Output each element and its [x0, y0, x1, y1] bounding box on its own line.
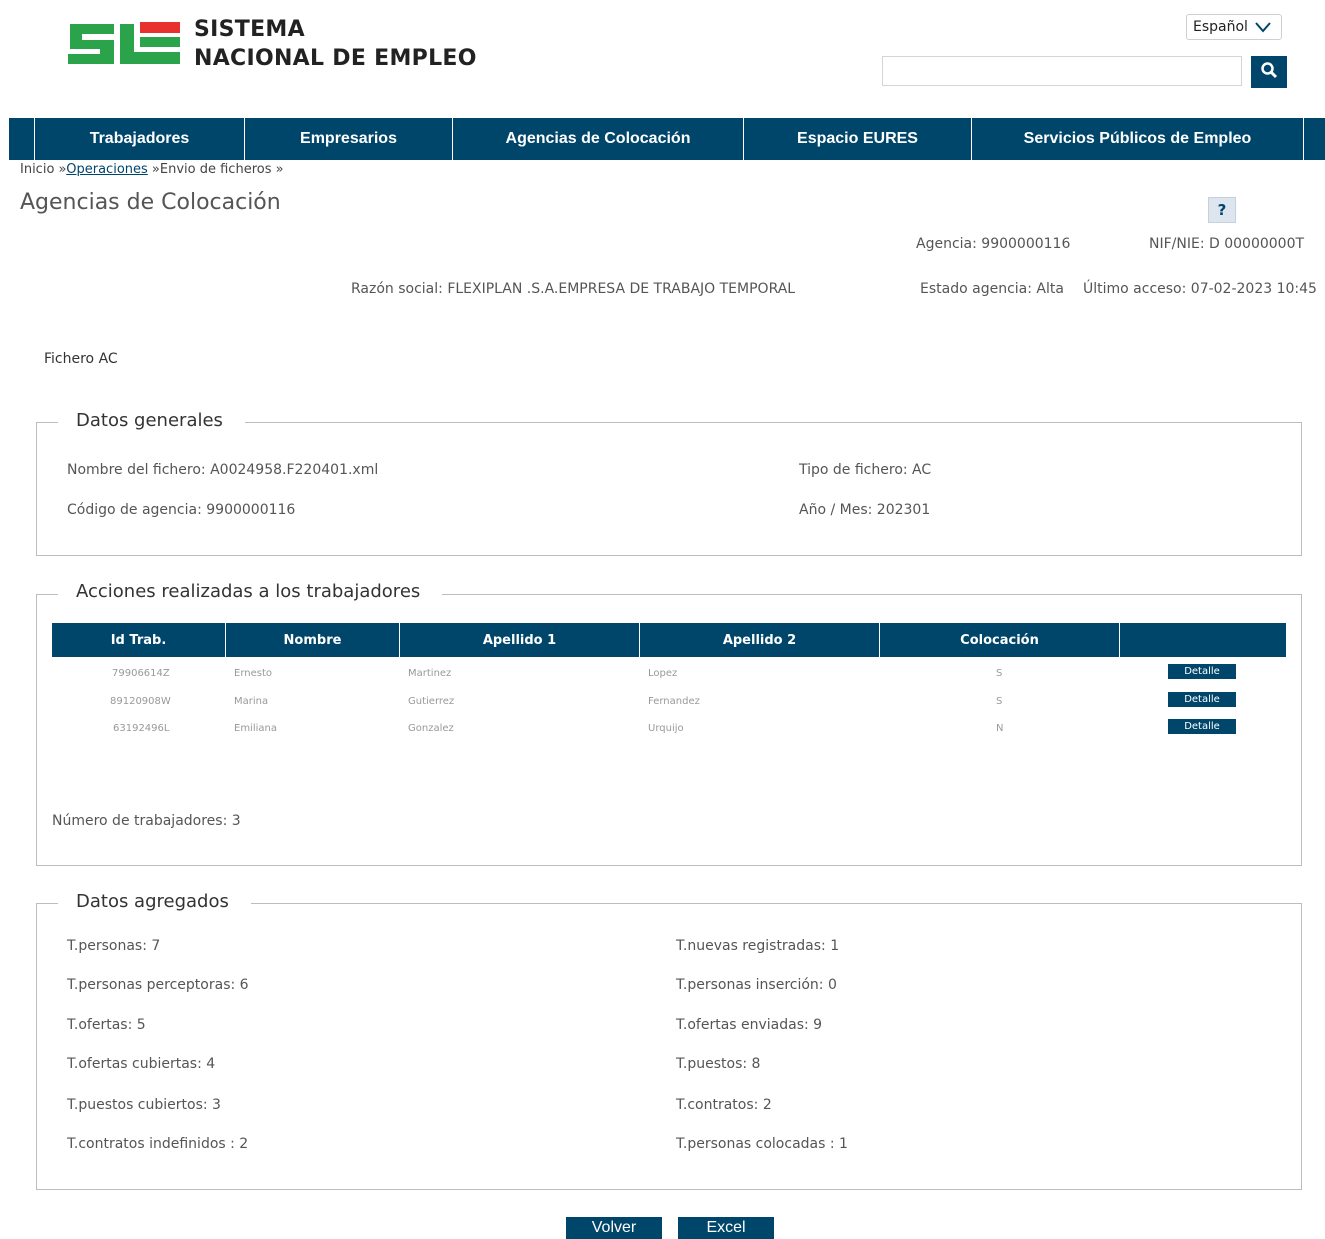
table-row: 79906614Z Ernesto Martinez Lopez S Detal… [52, 663, 1286, 685]
cell-id: 63192496L [113, 723, 170, 734]
nif-info: NIF/NIE: D 00000000T [1149, 236, 1305, 252]
cell-apellido1: Gutierrez [408, 696, 455, 707]
tipo-fichero: Tipo de fichero: AC [799, 462, 932, 478]
stat-personas-colocadas: T.personas colocadas : 1 [676, 1136, 848, 1152]
cell-id: 89120908W [110, 696, 171, 707]
section-label: Fichero AC [44, 351, 118, 367]
page-title: Agencias de Colocación [20, 190, 281, 215]
col-apellido2: Apellido 2 [640, 623, 880, 657]
excel-button[interactable]: Excel [678, 1217, 774, 1239]
nav-trabajadores[interactable]: Trabajadores [35, 118, 245, 160]
detalle-button[interactable]: Detalle [1168, 664, 1236, 679]
stat-contratos-indefinidos: T.contratos indefinidos : 2 [67, 1136, 249, 1152]
language-value: Español [1193, 19, 1248, 35]
nav-spacer [9, 118, 35, 160]
cell-colocacion: S [996, 668, 1003, 679]
search-input[interactable] [882, 56, 1242, 86]
help-button[interactable]: ? [1208, 197, 1236, 223]
table-row: 63192496L Emiliana Gonzalez Urquijo N De… [52, 718, 1286, 740]
detalle-button[interactable]: Detalle [1168, 692, 1236, 707]
estado-agencia: Estado agencia: Alta [920, 281, 1064, 297]
breadcrumb-sep: » [147, 162, 160, 177]
brand-line-1: SISTEMA [194, 17, 305, 42]
cell-apellido2: Urquijo [648, 723, 684, 734]
breadcrumb-home[interactable]: Inicio [20, 162, 54, 177]
datos-generales-fieldset [36, 422, 1302, 556]
stat-puestos-cubiertos: T.puestos cubiertos: 3 [67, 1097, 221, 1113]
brand-line-2: NACIONAL DE EMPLEO [194, 46, 477, 71]
stat-personas-insercion: T.personas inserción: 0 [676, 977, 837, 993]
cell-id: 79906614Z [112, 668, 170, 679]
breadcrumb-sep: » [271, 162, 284, 177]
detalle-button[interactable]: Detalle [1168, 719, 1236, 734]
cell-apellido2: Lopez [648, 668, 678, 679]
agencia-info: Agencia: 9900000116 [916, 236, 1071, 252]
agregados-legend: Datos agregados [58, 891, 251, 912]
nav-servicios-publicos[interactable]: Servicios Públicos de Empleo [972, 118, 1304, 160]
razon-social: Razón social: FLEXIPLAN .S.A.EMPRESA DE … [351, 281, 796, 297]
main-nav: Trabajadores Empresarios Agencias de Col… [9, 118, 1325, 160]
nombre-fichero: Nombre del fichero: A0024958.F220401.xml [67, 462, 379, 478]
cell-colocacion: N [996, 723, 1004, 734]
chevron-down-icon [1253, 19, 1273, 39]
breadcrumb-current: Envio de ficheros [159, 162, 272, 177]
col-actions [1120, 623, 1286, 657]
col-apellido1: Apellido 1 [400, 623, 640, 657]
search-icon [1260, 61, 1278, 83]
stat-contratos: T.contratos: 2 [676, 1097, 772, 1113]
codigo-agencia: Código de agencia: 9900000116 [67, 502, 296, 518]
volver-button[interactable]: Volver [566, 1217, 662, 1239]
stat-puestos: T.puestos: 8 [676, 1056, 761, 1072]
search-button[interactable] [1251, 56, 1287, 88]
table-row: 89120908W Marina Gutierrez Fernandez S D… [52, 691, 1286, 713]
breadcrumb: Inicio »Operaciones »Envio de ficheros » [20, 162, 284, 177]
stat-personas-perceptoras: T.personas perceptoras: 6 [67, 977, 249, 993]
ultimo-acceso: Último acceso: 07-02-2023 10:45 [1083, 281, 1317, 297]
language-select[interactable]: Español [1186, 14, 1282, 40]
sne-logo[interactable] [64, 18, 182, 72]
cell-apellido1: Martinez [408, 668, 452, 679]
datos-generales-legend: Datos generales [58, 410, 245, 431]
stat-ofertas-cubiertas: T.ofertas cubiertas: 4 [67, 1056, 216, 1072]
cell-apellido1: Gonzalez [408, 723, 454, 734]
cell-nombre: Emiliana [234, 723, 277, 734]
stat-ofertas: T.ofertas: 5 [67, 1017, 146, 1033]
acciones-legend: Acciones realizadas a los trabajadores [58, 581, 443, 602]
stat-nuevas-registradas: T.nuevas registradas: 1 [676, 938, 840, 954]
stat-personas: T.personas: 7 [67, 938, 161, 954]
numero-trabajadores: Número de trabajadores: 3 [52, 813, 241, 829]
nav-empresarios[interactable]: Empresarios [245, 118, 453, 160]
cell-nombre: Ernesto [234, 668, 272, 679]
cell-nombre: Marina [234, 696, 269, 707]
col-nombre: Nombre [226, 623, 400, 657]
col-id: Id Trab. [52, 623, 226, 657]
breadcrumb-operaciones[interactable]: Operaciones [66, 162, 148, 177]
cell-colocacion: S [996, 696, 1003, 707]
nav-agencias[interactable]: Agencias de Colocación [453, 118, 744, 160]
anio-mes: Año / Mes: 202301 [799, 502, 931, 518]
breadcrumb-sep: » [54, 162, 67, 177]
nav-eures[interactable]: Espacio EURES [744, 118, 972, 160]
table-header: Id Trab. Nombre Apellido 1 Apellido 2 Co… [52, 623, 1286, 657]
cell-apellido2: Fernandez [648, 696, 700, 707]
col-colocacion: Colocación [880, 623, 1120, 657]
stat-ofertas-enviadas: T.ofertas enviadas: 9 [676, 1017, 823, 1033]
